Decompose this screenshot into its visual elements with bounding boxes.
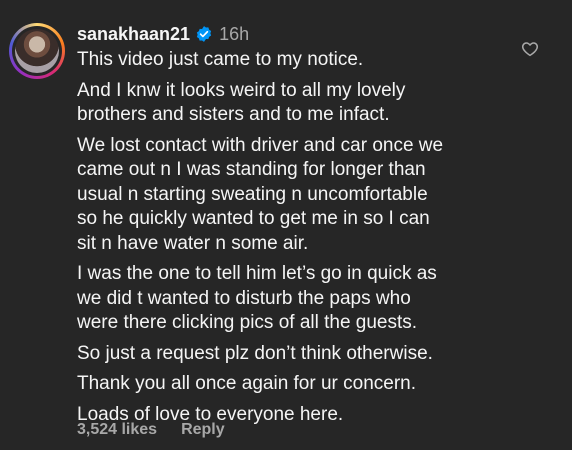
comment-paragraph: Thank you all once again for ur concern.: [77, 373, 417, 394]
comment-paragraph: So just a request plz don’t think otherw…: [77, 342, 433, 364]
comment-paragraph: We lost contact with driver and car once…: [77, 134, 444, 254]
username[interactable]: sanakhaan21: [77, 22, 190, 46]
comment-footer: 3,524 likes Reply: [77, 421, 225, 439]
comment-paragraph: And I knw it looks weird to all my lovel…: [77, 79, 406, 126]
likes-count[interactable]: 3,524 likes: [77, 421, 157, 439]
avatar-image: [15, 29, 59, 73]
comment-header: sanakhaan21 16h: [77, 22, 517, 46]
comment-paragraph: I was the one to tell him let’s go in qu…: [77, 263, 437, 333]
reply-button[interactable]: Reply: [181, 421, 225, 439]
verified-badge-icon: [196, 26, 212, 42]
heart-outline-icon[interactable]: [521, 40, 539, 58]
comment-time: 16h: [219, 24, 250, 44]
avatar[interactable]: [9, 23, 65, 79]
comment: sanakhaan21 16h This video just came to …: [77, 22, 517, 427]
comment-paragraph: This video just came to my notice.: [77, 49, 364, 70]
avatar-gap: [12, 26, 62, 76]
